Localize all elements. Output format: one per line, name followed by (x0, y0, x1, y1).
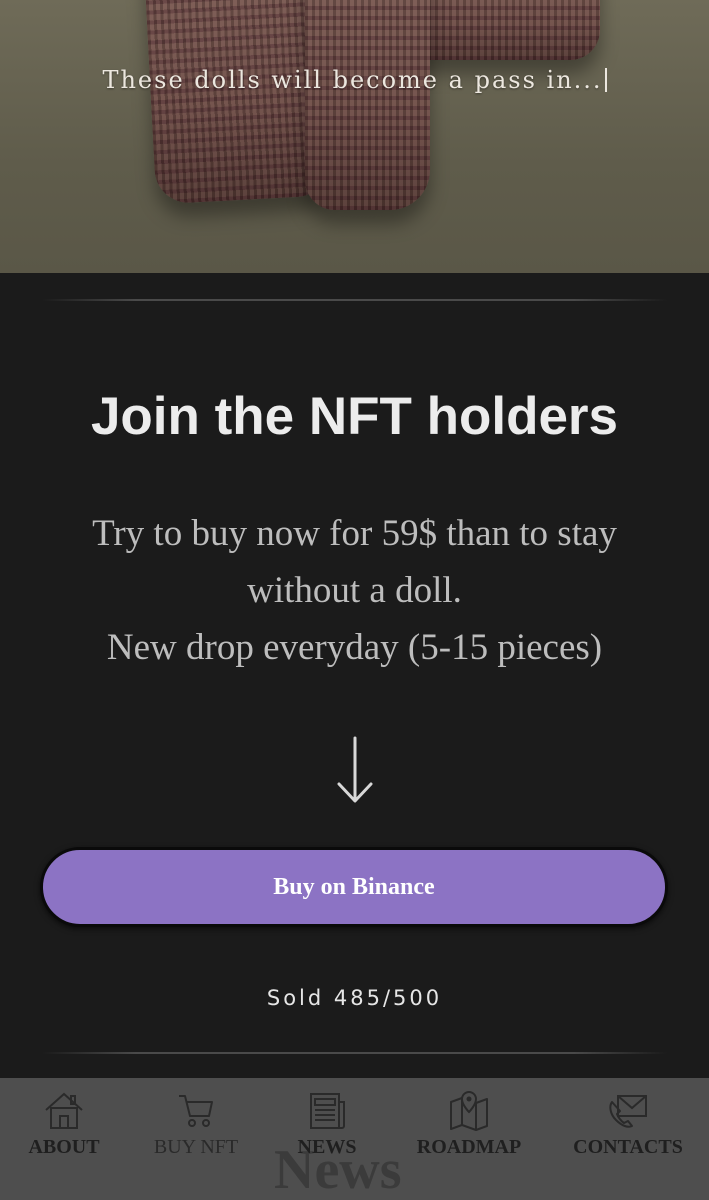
section-divider (42, 299, 667, 301)
newspaper-icon (310, 1093, 345, 1129)
section-divider (42, 1052, 667, 1054)
hero-caption: These dolls will become a pass in... (0, 66, 709, 94)
nav-item-contacts[interactable]: CONTACTS (568, 1088, 688, 1159)
section-description: Try to buy now for 59$ than to stay with… (0, 505, 709, 676)
description-line: Try to buy now for 59$ than to stay (92, 513, 617, 554)
cart-icon (179, 1095, 213, 1127)
nav-item-about[interactable]: ABOUT (26, 1088, 102, 1159)
home-icon (45, 1092, 83, 1129)
envelope-icon (609, 1095, 647, 1128)
doll-left-leg-image (143, 0, 332, 205)
arrow-down-icon (337, 736, 373, 803)
nav-item-roadmap[interactable]: ROADMAP (412, 1088, 526, 1159)
sold-counter: Sold 485/500 (266, 986, 443, 1010)
description-line: New drop everyday (5-15 pieces) (106, 627, 603, 668)
nav-item-news[interactable]: NEWS (292, 1088, 362, 1159)
buy-on-binance-button[interactable]: Buy on Binance (40, 847, 668, 927)
map-pin-icon (450, 1090, 488, 1131)
nav-label-about: ABOUT (28, 1136, 100, 1158)
nav-label-news: NEWS (297, 1136, 357, 1158)
section-title: Join the NFT holders (90, 387, 619, 446)
hero-caption-text: These dolls will become a pass in... (102, 66, 603, 94)
description-line: without a doll. (247, 570, 462, 611)
doll-right-leg-image (305, 0, 430, 210)
nav-label-contacts: CONTACTS (573, 1136, 683, 1158)
nav-item-buy-nft[interactable]: BUY NFT (150, 1088, 242, 1159)
hero-banner: These dolls will become a pass in... (0, 0, 709, 273)
typing-caret (604, 68, 607, 92)
nav-label-buy-nft: BUY NFT (153, 1136, 239, 1158)
nav-label-roadmap: ROADMAP (416, 1136, 522, 1158)
